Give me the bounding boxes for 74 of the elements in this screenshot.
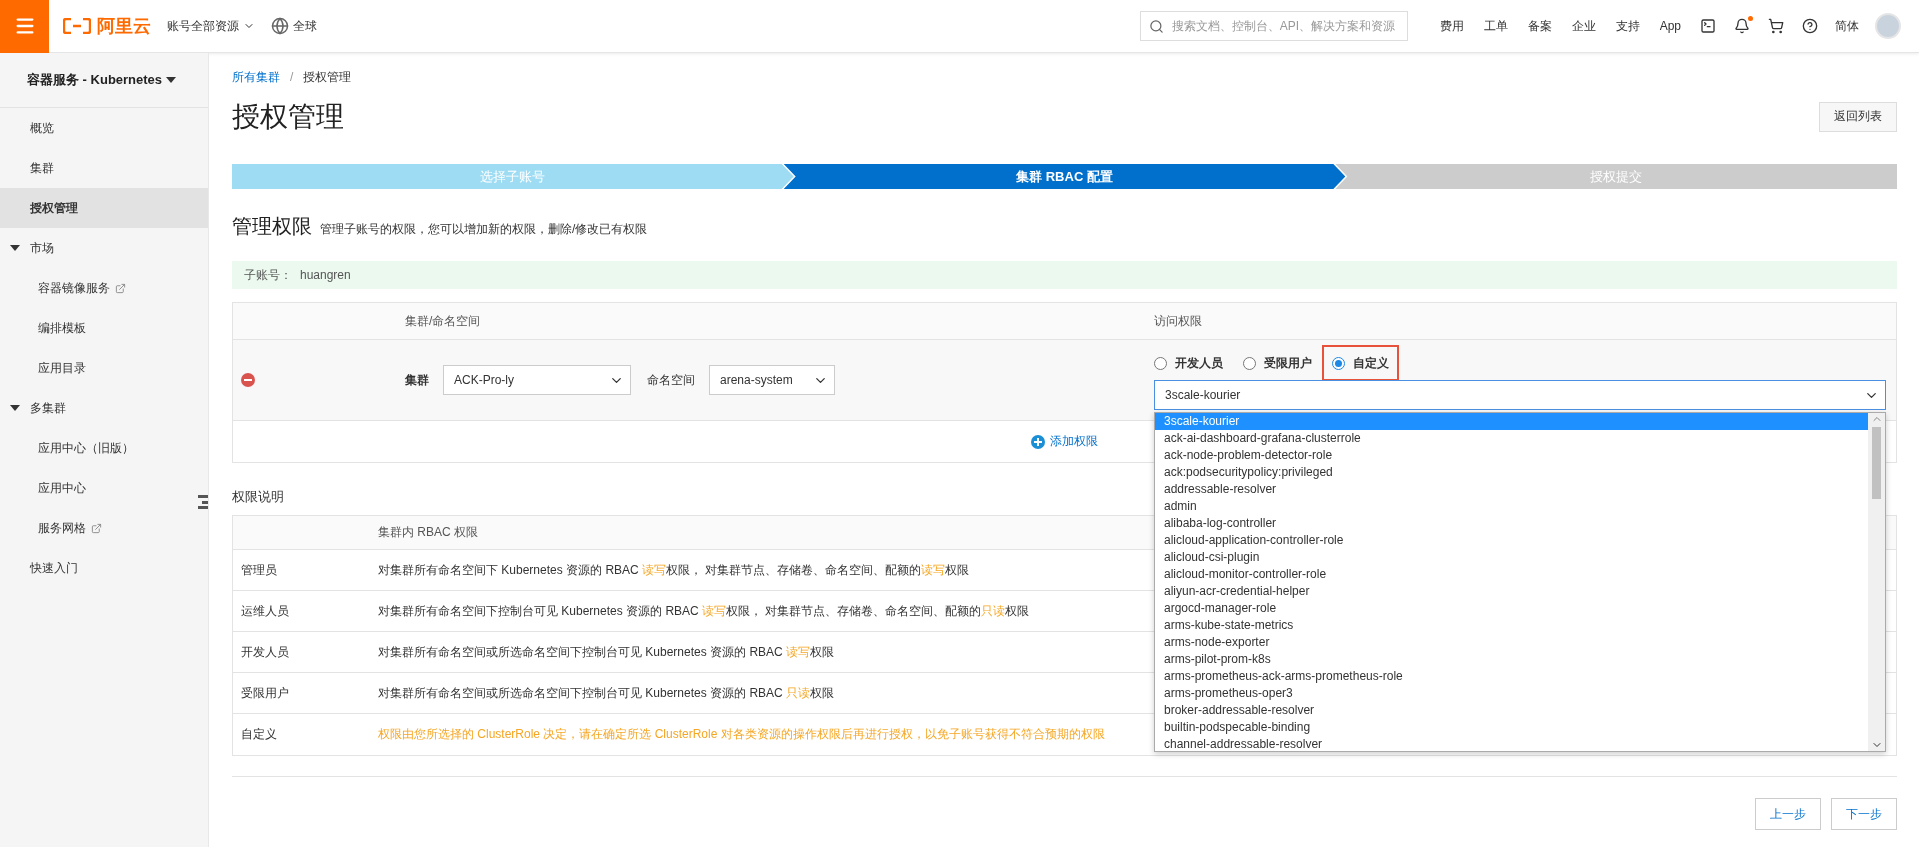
role-name: 运维人员 [241,602,289,620]
radio-label: 开发人员 [1175,354,1223,372]
previous-step-button[interactable]: 上一步 [1755,798,1821,830]
role-name: 开发人员 [241,643,289,661]
role-description: 对集群所有命名空间下控制台可见 Kubernetes 资源的 RBAC 读写权限， 对集群节点、存储卷、命名空间、配额的只读权限 [378,602,1030,620]
sidebar-group[interactable]: 多集群 [0,388,208,428]
external-link-icon [91,522,102,534]
sidebar-item[interactable]: 概览 [0,108,208,148]
logo-text: 阿里云 [97,15,151,38]
radio-button[interactable] [1243,356,1256,370]
sidebar-item[interactable]: 快速入门 [0,548,208,588]
section-title: 管理权限 [232,214,312,239]
top-nav-link[interactable]: 支持 [1605,17,1650,35]
account-scope-dropdown[interactable]: 账号全部资源 [159,17,263,35]
sidebar-item[interactable]: 容器镜像服务 [0,268,208,308]
globe-icon [271,17,289,35]
sidebar-item[interactable]: 编排模板 [0,308,208,348]
radio-label: 自定义 [1353,354,1389,372]
field-label: 集群 [405,371,429,389]
field-label: 命名空间 [647,371,695,389]
column-header: 集群内 RBAC 权限 [378,524,478,541]
clusterrole-select[interactable]: 3scale-kourier [1154,380,1886,410]
sidebar-item[interactable]: 授权管理 [0,188,208,228]
role-description: 对集群所有命名空间或所选命名空间下控制台可见 Kubernetes 资源的 RBAC 只读权限 [378,684,835,702]
sidebar-item[interactable]: 服务网格 [0,508,208,548]
region-button[interactable]: 全球 [263,17,325,35]
radio-button[interactable] [1154,356,1167,370]
breadcrumb-link[interactable]: 所有集群 [232,68,280,86]
namespace-select[interactable]: arena-system [709,365,835,395]
account-label: 子账号： [244,266,292,284]
account-value: huangren [300,268,351,282]
sidebar-item[interactable]: 集群 [0,148,208,188]
page-title: 授权管理 [232,99,344,134]
role-name: 自定义 [241,726,277,743]
menu-button[interactable] [0,0,49,53]
role-name: 管理员 [241,561,277,579]
cluster-select[interactable]: ACK-Pro-ly [443,365,631,395]
top-nav-link[interactable]: 企业 [1561,17,1606,35]
radio-button[interactable] [1332,356,1345,370]
remove-icon[interactable] [241,373,255,387]
breadcrumb-separator: / [290,70,294,84]
role-description: 对集群所有命名空间或所选命名空间下控制台可见 Kubernetes 资源的 RBAC 读写权限 [378,643,835,661]
top-nav-link[interactable]: 备案 [1517,17,1562,35]
page-name-text: 授权管理 [303,68,352,86]
role-description: 权限由您所选择的 ClusterRole 决定，请在确定所选 ClusterRole 对各类资源的操作权限后再进行授权，以免子账号获得不符合预期的权限 [378,726,1105,743]
sidebar-item[interactable]: 应用中心（旧版） [0,428,208,468]
search-icon [1148,18,1164,34]
plus-icon[interactable] [1031,434,1045,449]
top-nav-link[interactable]: 费用 [1429,17,1474,35]
column-header: 访问权限 [1154,312,1202,330]
language-link[interactable]: 简体 [1827,17,1867,35]
column-header: 集群/命名空间 [405,312,481,330]
role-name: 受限用户 [241,684,289,702]
radio-label: 受限用户 [1264,354,1312,372]
section-description: 管理子账号的权限，您可以增加新的权限，删除/修改已有权限 [320,221,648,238]
collapse-sidebar-icon[interactable] [198,495,208,509]
wizard-step: 集群 RBAC 配置 [783,164,1346,189]
top-nav-link[interactable]: App [1649,19,1691,33]
sidebar-item[interactable]: 应用目录 [0,348,208,388]
scrollbar[interactable] [1868,413,1885,751]
wizard-step: 选择子账号 [232,164,794,189]
scrollbar-thumb[interactable] [1872,427,1881,499]
external-link-icon [115,282,126,294]
back-to-list-button[interactable]: 返回列表 [1819,101,1897,132]
add-permission-button[interactable]: 添加权限 [1025,432,1104,451]
next-step-button[interactable]: 下一步 [1831,798,1897,830]
search-field[interactable]: 搜索文档、控制台、API、解决方案和资源 [1139,11,1408,41]
sidebar-group[interactable]: 市场 [0,228,208,268]
logo-bracket-icon [63,18,91,34]
dropdown-option[interactable]: channel-addressable-resolver [1155,736,1868,751]
sidebar-item[interactable]: 应用中心 [0,468,208,508]
role-description: 对集群所有命名空间下 Kubernetes 资源的 RBAC 读写权限， 对集群节点、存储卷、命名空间、配额的读写权限 [378,561,970,579]
subsection-title: 权限说明 [232,488,284,506]
top-nav-link[interactable]: 工单 [1473,17,1518,35]
